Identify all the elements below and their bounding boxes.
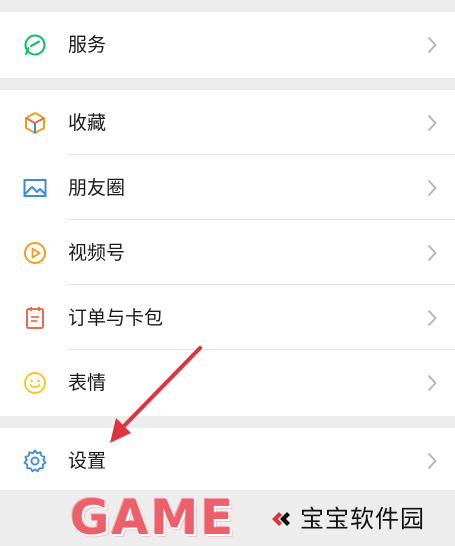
service-icon [22,32,48,58]
menu-label-moments: 朋友圈 [68,177,126,199]
menu-label-channels: 视频号 [68,242,126,264]
menu-row-moments[interactable]: 朋友圈 [0,155,455,220]
wechat-me-menu: 服务 收藏 朋友圈 视频号 订单与卡包 表情 设置 GAME 宝宝软件园 [0,0,455,545]
watermark-logo-icon [268,506,294,532]
service-group: 服务 [0,12,455,78]
watermark-site-name: 宝宝软件园 [300,505,425,533]
watermark-game-text: GAME [70,490,236,546]
menu-label-service: 服务 [68,34,107,56]
moments-image-icon [22,175,48,201]
section-gap [0,0,455,12]
menu-row-stickers[interactable]: 表情 [0,350,455,415]
menu-row-channels[interactable]: 视频号 [0,220,455,285]
features-group: 收藏 朋友圈 视频号 订单与卡包 表情 [0,90,455,416]
menu-row-service[interactable]: 服务 [0,12,455,77]
chevron-right-icon [427,244,437,262]
settings-group: 设置 [0,428,455,490]
chevron-right-icon [427,309,437,327]
favorites-cube-icon [22,110,48,136]
gear-icon [22,448,48,474]
section-gap [0,416,455,428]
chevron-right-icon [427,179,437,197]
menu-label-stickers: 表情 [68,372,107,394]
chevron-right-icon [427,452,437,470]
menu-row-settings[interactable]: 设置 [0,428,455,493]
menu-row-favorites[interactable]: 收藏 [0,90,455,155]
chevron-right-icon [427,374,437,392]
section-gap [0,78,455,90]
orders-cards-icon [22,305,48,331]
stickers-smile-icon [22,370,48,396]
menu-row-orders-cards[interactable]: 订单与卡包 [0,285,455,350]
chevron-right-icon [427,36,437,54]
channels-play-icon [22,240,48,266]
menu-label-favorites: 收藏 [68,112,107,134]
chevron-right-icon [427,114,437,132]
menu-label-settings: 设置 [68,450,107,472]
menu-label-orders-cards: 订单与卡包 [68,307,164,329]
